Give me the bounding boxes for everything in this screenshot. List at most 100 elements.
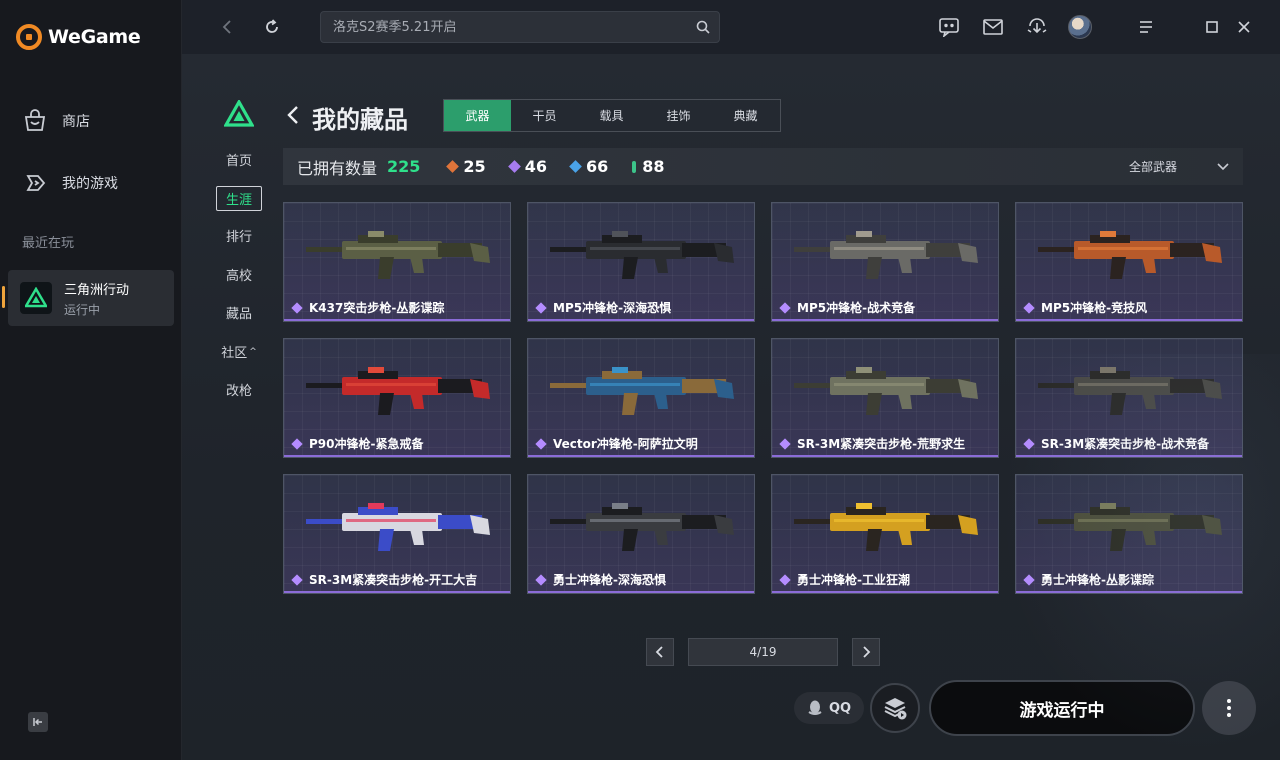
menu-icon bbox=[1140, 21, 1152, 33]
tab-weapons[interactable]: 武器 bbox=[444, 100, 511, 131]
tab-archives[interactable]: 典藏 bbox=[712, 100, 779, 131]
search-bar[interactable] bbox=[320, 11, 720, 43]
search-icon[interactable] bbox=[695, 19, 711, 35]
shopping-bag-icon bbox=[24, 109, 46, 131]
mail-button[interactable] bbox=[981, 15, 1005, 39]
diamond-blue-icon bbox=[569, 160, 582, 173]
weapon-name: 勇士冲锋枪-工业狂潮 bbox=[797, 573, 910, 587]
prev-page-button[interactable] bbox=[646, 638, 674, 666]
side-menu-collection[interactable]: 藏品 bbox=[214, 303, 264, 322]
qq-button[interactable]: QQ bbox=[794, 692, 864, 724]
side-menu-home[interactable]: 首页 bbox=[214, 150, 264, 169]
search-input[interactable] bbox=[321, 12, 719, 42]
page-title: 我的藏品 bbox=[312, 106, 408, 134]
wegame-logo[interactable]: WeGame bbox=[16, 24, 141, 50]
weapon-name: 勇士冲锋枪-深海恐惧 bbox=[553, 573, 666, 587]
download-icon bbox=[1027, 18, 1047, 34]
side-menu-community[interactable]: 社区 ^ bbox=[214, 342, 264, 361]
game-running-button[interactable]: 游戏运行中 bbox=[929, 680, 1195, 736]
tab-vehicles[interactable]: 载具 bbox=[578, 100, 645, 131]
layers-button[interactable] bbox=[870, 683, 920, 733]
weapon-image bbox=[1038, 367, 1222, 415]
weapon-card-label: MP5冲锋枪-深海恐惧 bbox=[534, 299, 671, 316]
qq-penguin-icon bbox=[808, 700, 822, 715]
weapon-card[interactable]: SR-3M紧凑突击步枪-开工大吉 bbox=[283, 474, 511, 594]
refresh-button[interactable] bbox=[260, 15, 284, 39]
weapon-card[interactable]: SR-3M紧凑突击步枪-荒野求生 bbox=[771, 338, 999, 458]
rarity-diamond-icon bbox=[779, 301, 791, 314]
weapon-name: Vector冲锋枪-阿萨拉文明 bbox=[553, 437, 698, 451]
weapon-card[interactable]: 勇士冲锋枪-深海恐惧 bbox=[527, 474, 755, 594]
rarity-count: 25 bbox=[463, 157, 486, 176]
rarity-count-orange: 25 bbox=[446, 157, 486, 176]
weapon-card[interactable]: SR-3M紧凑突击步枪-战术竞备 bbox=[1015, 338, 1243, 458]
weapon-card[interactable]: Vector冲锋枪-阿萨拉文明 bbox=[527, 338, 755, 458]
close-button[interactable] bbox=[1232, 15, 1256, 39]
collapse-icon bbox=[33, 718, 42, 726]
weapon-name: MP5冲锋枪-竞技风 bbox=[1041, 301, 1148, 315]
weapon-card-label: 勇士冲锋枪-深海恐惧 bbox=[534, 571, 666, 588]
gamepad-icon bbox=[26, 175, 46, 191]
recent-game-delta-force[interactable]: 三角洲行动 运行中 bbox=[2, 270, 174, 326]
sidebar-item-my-games[interactable]: 我的游戏 bbox=[22, 170, 118, 196]
weapon-filter-dropdown[interactable]: 全部武器 bbox=[1129, 148, 1229, 185]
weapon-image bbox=[550, 231, 734, 279]
pagination: 4/19 bbox=[646, 638, 880, 666]
side-menu-career[interactable]: 生涯 bbox=[216, 186, 262, 211]
more-options-button[interactable] bbox=[1202, 681, 1256, 735]
chevron-up-icon: ^ bbox=[249, 347, 257, 357]
rarity-count-blue: 66 bbox=[569, 157, 609, 176]
mail-icon bbox=[983, 19, 1003, 35]
weapon-image bbox=[306, 231, 490, 279]
weapon-card[interactable]: K437突击步枪-丛影谍踪 bbox=[283, 202, 511, 322]
chat-button[interactable] bbox=[937, 15, 961, 39]
weapon-filter-label: 全部武器 bbox=[1128, 160, 1177, 174]
side-menu-rank[interactable]: 排行 bbox=[214, 226, 264, 245]
weapon-card-label: MP5冲锋枪-竞技风 bbox=[1022, 299, 1147, 316]
sidebar-item-label: 商店 bbox=[62, 114, 90, 130]
rarity-diamond-icon bbox=[779, 437, 791, 450]
back-button[interactable] bbox=[216, 15, 240, 39]
rarity-count: 66 bbox=[585, 157, 609, 176]
sidebar: WeGame 商店 我的游戏 最近在玩 三角洲行动 运行中 bbox=[0, 0, 182, 760]
sidebar-item-store[interactable]: 商店 bbox=[22, 108, 90, 134]
menu-button[interactable] bbox=[1134, 15, 1158, 39]
close-icon bbox=[1238, 21, 1250, 33]
weapon-card[interactable]: 勇士冲锋枪-工业狂潮 bbox=[771, 474, 999, 594]
weapon-image bbox=[794, 503, 978, 551]
weapon-card[interactable]: P90冲锋枪-紧急戒备 bbox=[283, 338, 511, 458]
weapon-name: MP5冲锋枪-战术竞备 bbox=[797, 301, 916, 315]
delta-force-icon bbox=[20, 282, 52, 314]
weapon-card-label: SR-3M紧凑突击步枪-战术竞备 bbox=[1022, 435, 1209, 452]
download-button[interactable] bbox=[1025, 15, 1049, 39]
more-vertical-icon bbox=[1227, 699, 1231, 717]
tab-operators[interactable]: 干员 bbox=[511, 100, 578, 131]
collapse-sidebar-button[interactable] bbox=[28, 712, 48, 732]
rarity-diamond-icon bbox=[1023, 573, 1035, 586]
tab-charms[interactable]: 挂饰 bbox=[645, 100, 712, 131]
side-menu-university[interactable]: 高校 bbox=[214, 265, 264, 284]
layers-icon bbox=[884, 698, 907, 720]
maximize-button[interactable] bbox=[1200, 15, 1224, 39]
weapon-name: MP5冲锋枪-深海恐惧 bbox=[553, 301, 672, 315]
chevron-down-icon bbox=[1217, 162, 1229, 170]
rarity-diamond-icon bbox=[291, 301, 303, 314]
recent-game-status: 运行中 bbox=[64, 302, 101, 317]
next-page-button[interactable] bbox=[852, 638, 880, 666]
sidebar-item-label: 我的游戏 bbox=[62, 176, 118, 192]
weapon-card[interactable]: MP5冲锋枪-深海恐惧 bbox=[527, 202, 755, 322]
diamond-orange-icon bbox=[446, 160, 460, 173]
weapon-card-label: P90冲锋枪-紧急戒备 bbox=[290, 435, 423, 452]
side-menu-gun-mod[interactable]: 改枪 bbox=[214, 380, 264, 399]
title-back-button[interactable] bbox=[286, 104, 300, 130]
weapon-card[interactable]: 勇士冲锋枪-丛影谍踪 bbox=[1015, 474, 1243, 594]
weapon-card[interactable]: MP5冲锋枪-战术竞备 bbox=[771, 202, 999, 322]
weapon-image bbox=[1038, 503, 1222, 551]
collection-stats-bar: 已拥有数量 225 25 46 66 88 全部武器 bbox=[283, 148, 1243, 185]
avatar[interactable] bbox=[1068, 15, 1092, 39]
weapon-card[interactable]: MP5冲锋枪-竞技风 bbox=[1015, 202, 1243, 322]
weapon-card-label: SR-3M紧凑突击步枪-荒野求生 bbox=[778, 435, 965, 452]
weapon-card-label: MP5冲锋枪-战术竞备 bbox=[778, 299, 915, 316]
owned-count-total: 225 bbox=[387, 157, 421, 176]
delta-force-logo[interactable] bbox=[223, 98, 255, 132]
